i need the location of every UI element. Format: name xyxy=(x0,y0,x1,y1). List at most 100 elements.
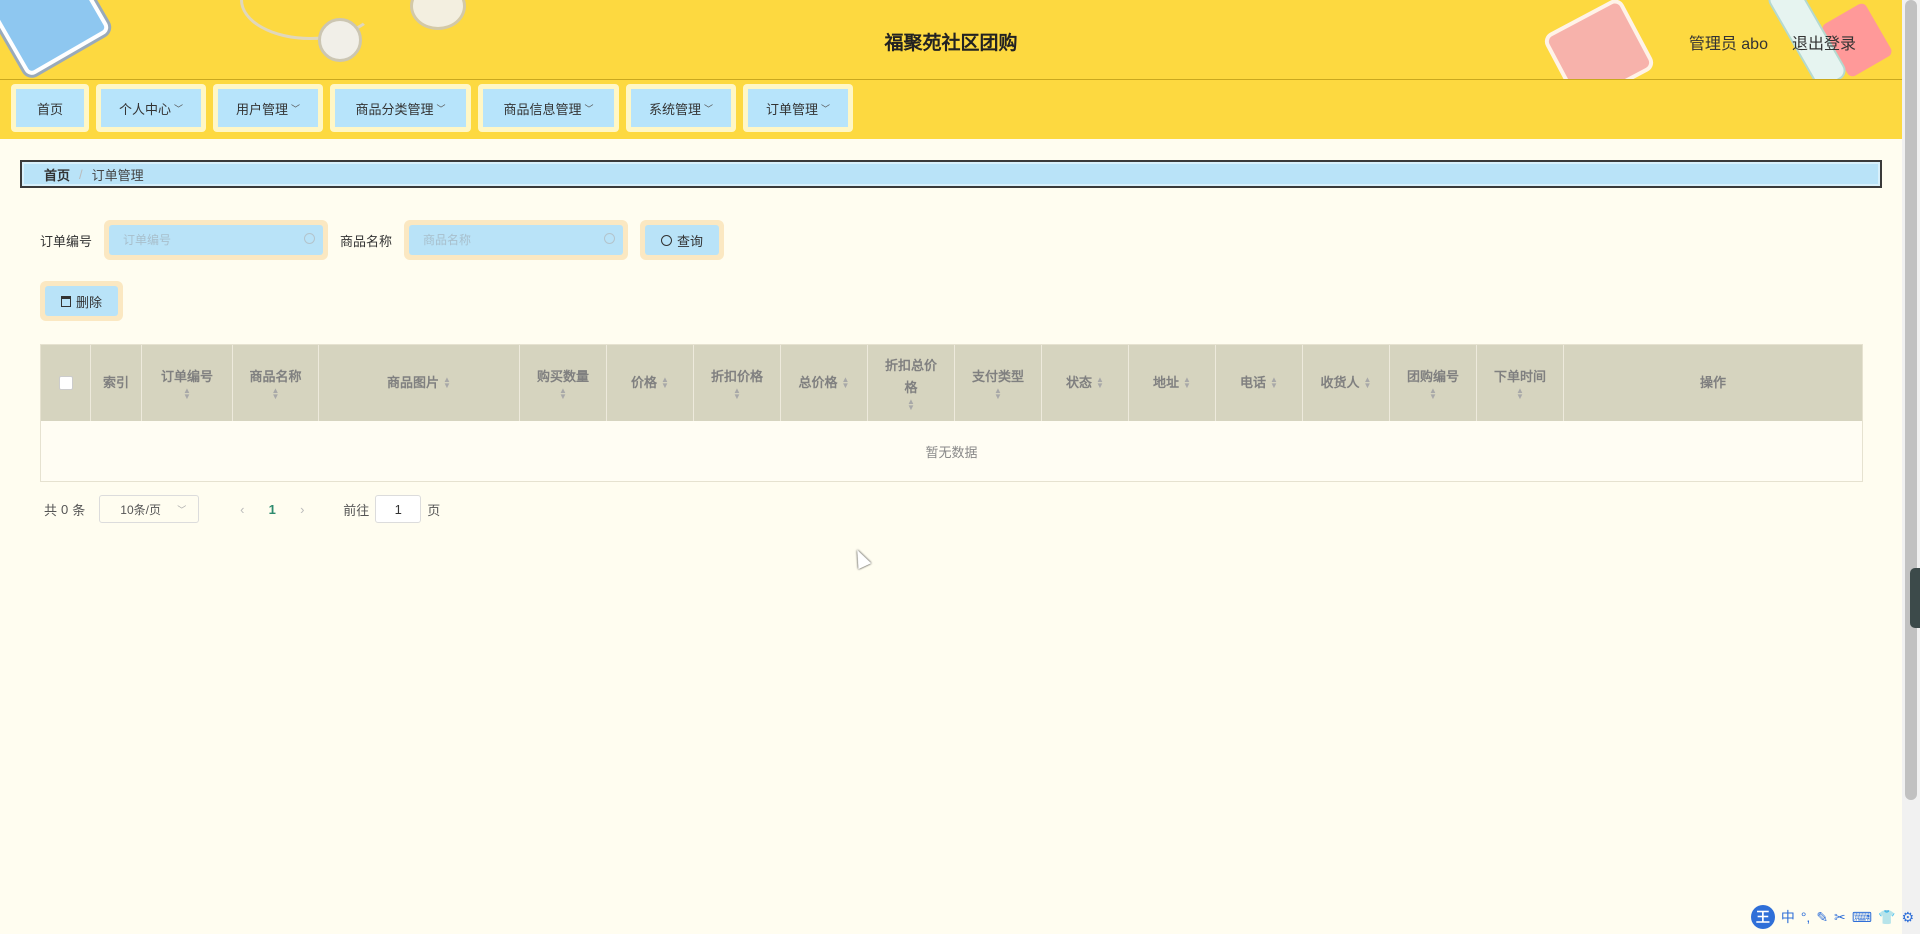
scrollbar-thumb[interactable] xyxy=(1905,0,1917,800)
nav-item-order-management[interactable]: 订单管理 ﹀ xyxy=(743,84,853,132)
query-button-wrap: 查询 xyxy=(640,220,725,260)
sort-icon[interactable]: ▲ ▼ xyxy=(1364,376,1372,390)
chevron-down-icon: ﹀ xyxy=(291,103,301,114)
column-label: 地址 xyxy=(1153,375,1180,390)
column-label: 状态 xyxy=(1066,375,1093,390)
sort-icon[interactable]: ▲ ▼ xyxy=(842,376,850,390)
nav-item-home[interactable]: 首页 xyxy=(11,84,89,132)
next-page-button[interactable]: › xyxy=(287,502,317,517)
gear-icon[interactable]: ⚙ xyxy=(1901,909,1914,926)
column-header[interactable]: 下单时间 ▲ ▼ xyxy=(1477,345,1564,421)
column-header[interactable]: 折扣总价格 ▲ ▼ xyxy=(868,345,955,421)
product-name-field xyxy=(404,220,629,260)
goto-page-input[interactable]: 1 xyxy=(375,495,422,523)
nav-item-category-management[interactable]: 商品分类管理 ﹀ xyxy=(330,84,471,132)
prev-page-button[interactable]: ‹ xyxy=(227,502,257,517)
nav-item-product-management[interactable]: 商品信息管理 ﹀ xyxy=(478,84,619,132)
column-header[interactable]: 收货人 ▲ ▼ xyxy=(1303,345,1390,421)
chevron-down-icon: ﹀ xyxy=(704,103,714,114)
current-page[interactable]: 1 xyxy=(257,502,287,517)
sort-icon[interactable]: ▲ ▼ xyxy=(272,387,280,401)
sort-icon[interactable]: ▲ ▼ xyxy=(733,387,741,401)
column-label: 电话 xyxy=(1240,375,1267,390)
side-panel-handle[interactable] xyxy=(1910,568,1920,628)
column-header[interactable]: 总价格 ▲ ▼ xyxy=(781,345,868,421)
column-header[interactable]: 商品图片 ▲ ▼ xyxy=(319,345,520,421)
column-label: 支付类型 xyxy=(971,369,1024,384)
sort-icon[interactable]: ▲ ▼ xyxy=(183,387,191,401)
column-select-all xyxy=(41,345,91,421)
column-label: 操作 xyxy=(1699,375,1726,390)
chevron-down-icon: ﹀ xyxy=(177,504,187,515)
sort-icon[interactable]: ▲ ▼ xyxy=(661,376,669,390)
pagination: 共 0 条 10条/页 ﹀ ‹ 1 › 前往 1 页 xyxy=(44,494,440,524)
column-header[interactable]: 支付类型 ▲ ▼ xyxy=(955,345,1042,421)
sort-icon[interactable]: ▲ ▼ xyxy=(1429,387,1437,401)
sort-icon[interactable]: ▲ ▼ xyxy=(907,398,915,412)
nav-item-label: 商品分类管理 xyxy=(355,101,434,117)
total-count: 0 xyxy=(61,501,69,517)
keyboard-icon[interactable]: ⌨ xyxy=(1852,909,1872,926)
ime-logo-icon[interactable]: 王 xyxy=(1750,905,1775,929)
nav-item-label: 商品信息管理 xyxy=(503,101,582,117)
page-size-select[interactable]: 10条/页 ﹀ xyxy=(99,495,200,523)
column-label: 商品图片 xyxy=(387,375,440,390)
query-button-label: 查询 xyxy=(677,233,704,249)
column-header[interactable]: 团购编号 ▲ ▼ xyxy=(1390,345,1477,421)
nav-item-system-management[interactable]: 系统管理 ﹀ xyxy=(626,84,736,132)
pen-icon[interactable]: ✎ xyxy=(1816,909,1828,926)
breadcrumb-separator: / xyxy=(79,166,83,182)
ime-mode-toggle[interactable]: 中 xyxy=(1781,907,1795,927)
order-no-field xyxy=(104,220,329,260)
column-label: 团购编号 xyxy=(1406,369,1459,384)
query-button[interactable]: 查询 xyxy=(645,225,720,255)
column-header[interactable]: 折扣价格 ▲ ▼ xyxy=(694,345,781,421)
sort-icon[interactable]: ▲ ▼ xyxy=(1183,376,1191,390)
column-label: 商品名称 xyxy=(249,369,302,384)
breadcrumb-home[interactable]: 首页 xyxy=(44,165,70,184)
sort-icon[interactable]: ▲ ▼ xyxy=(1270,376,1278,390)
table-header: 索引 订单编号 ▲ ▼ 商品名称 ▲ ▼ 商品图片 ▲ ▼ 购买数量 ▲ ▼ 价格 ▲ ▼ 折扣价格… xyxy=(41,345,1862,421)
product-name-label: 商品名称 xyxy=(340,233,393,249)
search-icon xyxy=(304,233,316,244)
header-user-area: 管理员 abo 退出登录 xyxy=(1689,30,1856,54)
search-form: 订单编号 商品名称 查询 xyxy=(40,220,725,260)
delete-button-label: 删除 xyxy=(76,294,103,310)
earphone-decoration xyxy=(410,0,466,30)
scissors-icon[interactable]: ✂ xyxy=(1834,909,1846,926)
nav-item-user-management[interactable]: 用户管理 ﹀ xyxy=(213,84,323,132)
nav-item-label: 订单管理 xyxy=(765,101,818,117)
delete-button-wrap: 删除 xyxy=(40,281,124,321)
sort-icon[interactable]: ▲ ▼ xyxy=(443,376,451,390)
column-header[interactable]: 商品名称 ▲ ▼ xyxy=(233,345,319,421)
sort-icon[interactable]: ▲ ▼ xyxy=(994,387,1002,401)
order-no-input[interactable] xyxy=(123,233,304,247)
delete-button[interactable]: 删除 xyxy=(45,286,119,316)
mouse-cursor-icon xyxy=(850,546,872,570)
sort-icon[interactable]: ▲ ▼ xyxy=(1516,387,1524,401)
ime-toolbar: 王 中 °, ✎ ✂ ⌨ 👕 ⚙ xyxy=(1750,904,1914,930)
punctuation-icon[interactable]: °, xyxy=(1801,909,1811,925)
order-no-label: 订单编号 xyxy=(40,233,93,249)
column-header[interactable]: 状态 ▲ ▼ xyxy=(1042,345,1129,421)
column-header[interactable]: 价格 ▲ ▼ xyxy=(607,345,694,421)
nav-item-personal-center[interactable]: 个人中心 ﹀ xyxy=(96,84,206,132)
shirt-icon[interactable]: 👕 xyxy=(1878,909,1895,926)
orders-table: 索引 订单编号 ▲ ▼ 商品名称 ▲ ▼ 商品图片 ▲ ▼ 购买数量 ▲ ▼ 价格 ▲ ▼ 折扣价格… xyxy=(40,344,1863,482)
logout-link[interactable]: 退出登录 xyxy=(1792,30,1856,54)
select-all-checkbox[interactable] xyxy=(58,376,73,390)
column-header[interactable]: 购买数量 ▲ ▼ xyxy=(520,345,607,421)
nav-item-label: 用户管理 xyxy=(235,101,288,117)
column-label: 总价格 xyxy=(798,375,838,390)
column-header[interactable]: 订单编号 ▲ ▼ xyxy=(142,345,233,421)
sort-icon[interactable]: ▲ ▼ xyxy=(1096,376,1104,390)
column-header[interactable]: 地址 ▲ ▼ xyxy=(1129,345,1216,421)
column-header[interactable]: 电话 ▲ ▼ xyxy=(1216,345,1303,421)
app-header: 福聚苑社区团购 管理员 abo 退出登录 xyxy=(0,0,1902,80)
page-scrollbar[interactable] xyxy=(1902,0,1920,934)
sort-icon[interactable]: ▲ ▼ xyxy=(559,387,567,401)
trash-icon xyxy=(61,295,71,307)
search-icon xyxy=(661,234,673,246)
product-name-input[interactable] xyxy=(423,233,604,247)
column-label: 下单时间 xyxy=(1493,369,1546,384)
